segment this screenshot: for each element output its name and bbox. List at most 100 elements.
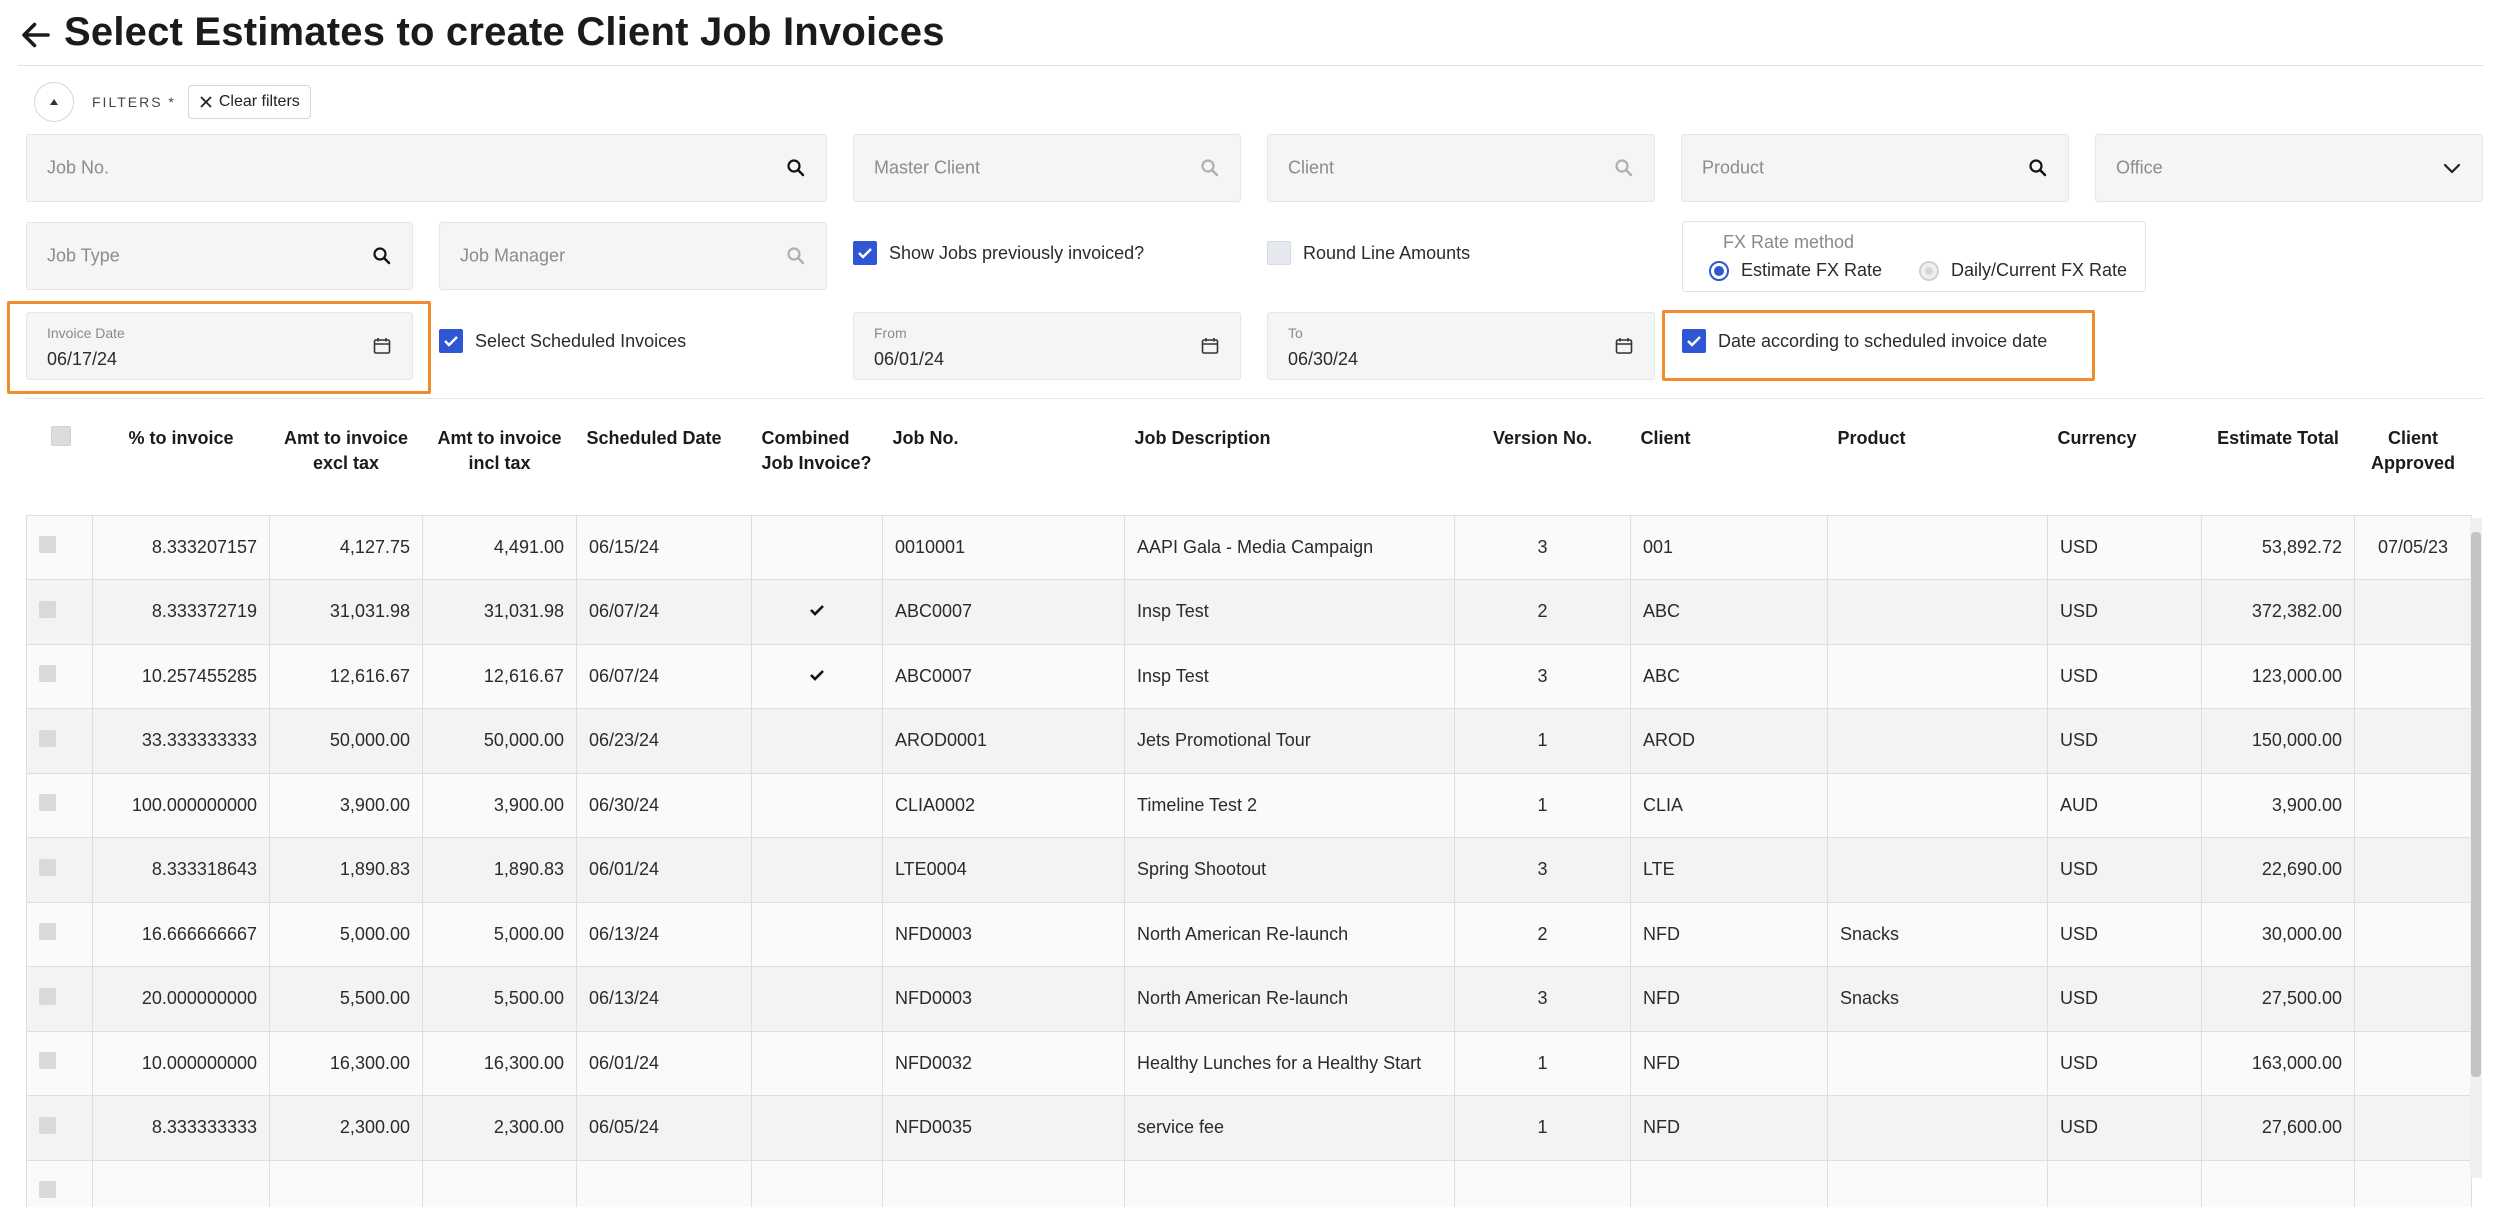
search-icon[interactable] [2028, 158, 2048, 178]
row-checkbox[interactable] [39, 665, 56, 683]
fx-estimate-radio[interactable]: Estimate FX Rate [1709, 260, 1882, 281]
header-version-no[interactable]: Version No. [1454, 414, 1631, 515]
calendar-icon[interactable] [1614, 336, 1634, 356]
table-row[interactable] [26, 1159, 2472, 1207]
header-amt-excl-tax[interactable]: Amt to invoice excl tax [269, 414, 423, 515]
header-job-no[interactable]: Job No. [882, 414, 1125, 515]
table-row[interactable]: 8.333333333 2,300.00 2,300.00 06/05/24 NFD00… [26, 1095, 2472, 1161]
table-row[interactable]: 10.000000000 16,300.00 16,300.00 06/01/24 NF… [26, 1030, 2472, 1096]
cell-row-select[interactable] [26, 708, 93, 774]
table-scrollbar-thumb[interactable] [2471, 532, 2481, 1077]
row-checkbox[interactable] [39, 729, 56, 747]
checkbox-checked-icon[interactable] [1682, 329, 1706, 353]
header-client-approved[interactable]: Client Approved [2354, 414, 2472, 515]
checkbox-checked-icon[interactable] [853, 241, 877, 265]
cell-row-select[interactable] [26, 966, 93, 1032]
header-pct-to-invoice[interactable]: % to invoice [92, 414, 270, 515]
cell-estimate-total: 123,000.00 [2201, 643, 2355, 709]
row-checkbox[interactable] [39, 794, 56, 812]
cell-product [1827, 708, 2048, 774]
row-checkbox[interactable] [39, 1052, 56, 1070]
cell-row-select[interactable] [26, 579, 93, 645]
cell-client-approved: 07/05/23 [2354, 514, 2472, 580]
collapse-filters-button[interactable] [34, 82, 74, 122]
job-manager-input[interactable]: Job Manager [439, 222, 827, 290]
header-estimate-total[interactable]: Estimate Total [2201, 414, 2355, 515]
from-date-field[interactable]: From 06/01/24 [853, 312, 1241, 380]
clear-filters-button[interactable]: Clear filters [187, 85, 311, 119]
cell-client-approved [2354, 579, 2472, 645]
table-row[interactable]: 8.333207157 4,127.75 4,491.00 06/15/24 00100… [26, 514, 2472, 580]
header-scheduled-date[interactable]: Scheduled Date [576, 414, 752, 515]
round-line-amounts-checkbox[interactable]: Round Line Amounts [1267, 241, 1470, 265]
calendar-icon[interactable] [372, 336, 392, 356]
back-arrow-icon[interactable] [18, 17, 54, 53]
cell-row-select[interactable] [26, 1159, 93, 1207]
select-scheduled-checkbox[interactable]: Select Scheduled Invoices [439, 329, 686, 353]
cell-job-description: Insp Test [1124, 579, 1455, 645]
header-client[interactable]: Client [1630, 414, 1828, 515]
cell-job-description: Timeline Test 2 [1124, 772, 1455, 838]
select-all-header[interactable] [26, 414, 93, 515]
fx-daily-radio[interactable]: Daily/Current FX Rate [1919, 260, 2127, 281]
table-row[interactable]: 8.333318643 1,890.83 1,890.83 06/01/24 LTE00… [26, 837, 2472, 903]
radio-disabled-icon[interactable] [1919, 260, 1939, 281]
cell-row-select[interactable] [26, 1030, 93, 1096]
product-input[interactable]: Product [1681, 134, 2069, 202]
row-checkbox[interactable] [39, 858, 56, 876]
cell-product [1827, 772, 2048, 838]
calendar-icon[interactable] [1200, 336, 1220, 356]
to-date-field[interactable]: To 06/30/24 [1267, 312, 1655, 380]
table-row[interactable]: 10.257455285 12,616.67 12,616.67 06/07/24 AB… [26, 643, 2472, 709]
cell-row-select[interactable] [26, 837, 93, 903]
cell-row-select[interactable] [26, 772, 93, 838]
office-select[interactable]: Office [2095, 134, 2483, 202]
client-input[interactable]: Client [1267, 134, 1655, 202]
job-no-input[interactable]: Job No. [26, 134, 827, 202]
cell-amt-incl-tax: 4,491.00 [422, 514, 577, 580]
header-combined-job-invoice[interactable]: Combined Job Invoice? [751, 414, 883, 515]
cell-row-select[interactable] [26, 643, 93, 709]
checkbox-checked-icon[interactable] [439, 329, 463, 353]
cell-job-no: CLIA0002 [882, 772, 1125, 838]
row-checkbox[interactable] [39, 1116, 56, 1134]
select-all-checkbox[interactable] [50, 426, 71, 446]
cell-row-select[interactable] [26, 514, 93, 580]
cell-client: ABC [1630, 643, 1828, 709]
header-currency[interactable]: Currency [2047, 414, 2202, 515]
show-prev-invoiced-checkbox[interactable]: Show Jobs previously invoiced? [853, 241, 1144, 265]
job-type-input[interactable]: Job Type [26, 222, 413, 290]
search-icon[interactable] [1200, 158, 1220, 178]
row-checkbox[interactable] [39, 923, 56, 941]
cell-amt-excl-tax: 12,616.67 [269, 643, 423, 709]
search-icon[interactable] [786, 158, 806, 178]
row-checkbox[interactable] [39, 987, 56, 1005]
invoice-date-field[interactable]: Invoice Date 06/17/24 [26, 312, 413, 380]
date-according-checkbox[interactable]: Date according to scheduled invoice date [1682, 329, 2047, 353]
row-checkbox[interactable] [39, 600, 56, 618]
cell-row-select[interactable] [26, 1095, 93, 1161]
search-icon[interactable] [786, 246, 806, 266]
caret-up-icon [50, 99, 58, 105]
estimates-table-container[interactable]: % to invoice Amt to invoice excl tax Amt… [26, 414, 2486, 1207]
cell-row-select[interactable] [26, 901, 93, 967]
cell-job-no: NFD0003 [882, 966, 1125, 1032]
table-row[interactable]: 16.666666667 5,000.00 5,000.00 06/13/24 NFD0… [26, 901, 2472, 967]
cell-product [1827, 837, 2048, 903]
radio-selected-icon[interactable] [1709, 260, 1729, 281]
header-product[interactable]: Product [1827, 414, 2048, 515]
master-client-input[interactable]: Master Client [853, 134, 1241, 202]
table-row[interactable]: 8.333372719 31,031.98 31,031.98 06/07/24 ABC… [26, 579, 2472, 645]
table-row[interactable]: 33.333333333 50,000.00 50,000.00 06/23/24 AR… [26, 708, 2472, 774]
checkbox-unchecked-icon[interactable] [1267, 241, 1291, 265]
search-icon[interactable] [372, 246, 392, 266]
header-job-description[interactable]: Job Description [1124, 414, 1455, 515]
search-icon[interactable] [1614, 158, 1634, 178]
table-row[interactable]: 100.000000000 3,900.00 3,900.00 06/30/24 CLI… [26, 772, 2472, 838]
row-checkbox[interactable] [39, 536, 56, 554]
cell-amt-incl-tax: 2,300.00 [422, 1095, 577, 1161]
table-row[interactable]: 20.000000000 5,500.00 5,500.00 06/13/24 NFD0… [26, 966, 2472, 1032]
header-amt-incl-tax[interactable]: Amt to invoice incl tax [422, 414, 577, 515]
row-checkbox[interactable] [39, 1181, 56, 1199]
cell-client-approved [2354, 1159, 2472, 1207]
